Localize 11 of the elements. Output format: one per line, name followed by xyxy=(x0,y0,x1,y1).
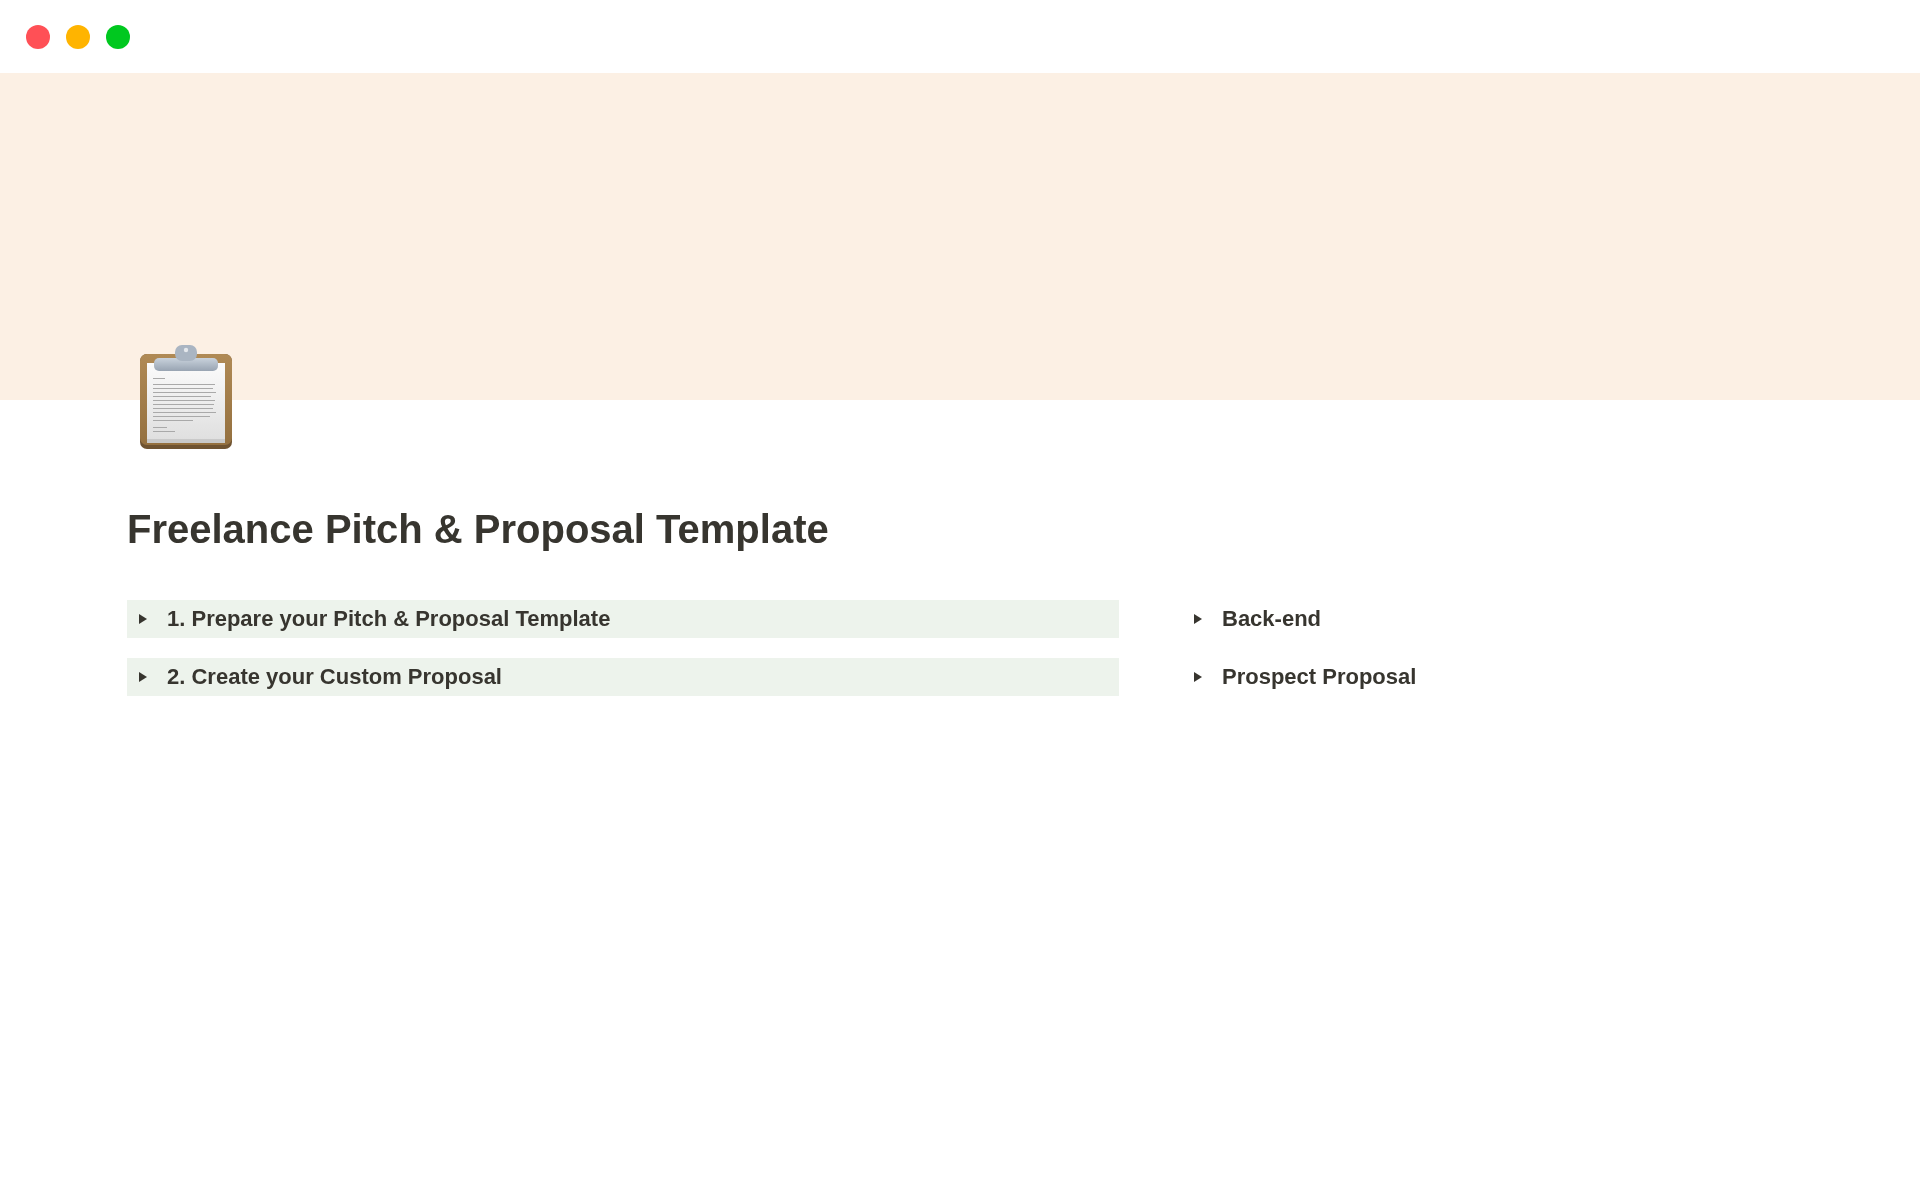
triangle-icon[interactable] xyxy=(139,614,147,624)
page-title: Freelance Pitch & Proposal Template xyxy=(127,506,829,553)
triangle-icon[interactable] xyxy=(139,672,147,682)
toggle-heading[interactable]: 2. Create your Custom Proposal xyxy=(127,658,1119,696)
triangle-icon[interactable] xyxy=(1194,672,1202,682)
toggle-heading[interactable]: Prospect Proposal xyxy=(1182,658,1793,696)
toggle-heading[interactable]: 1. Prepare your Pitch & Proposal Template xyxy=(127,600,1119,638)
window-control-icon[interactable] xyxy=(26,24,50,49)
triangle-icon[interactable] xyxy=(1194,614,1202,624)
clipboard-icon xyxy=(140,345,232,449)
toggle-heading[interactable]: Back-end xyxy=(1182,600,1793,638)
